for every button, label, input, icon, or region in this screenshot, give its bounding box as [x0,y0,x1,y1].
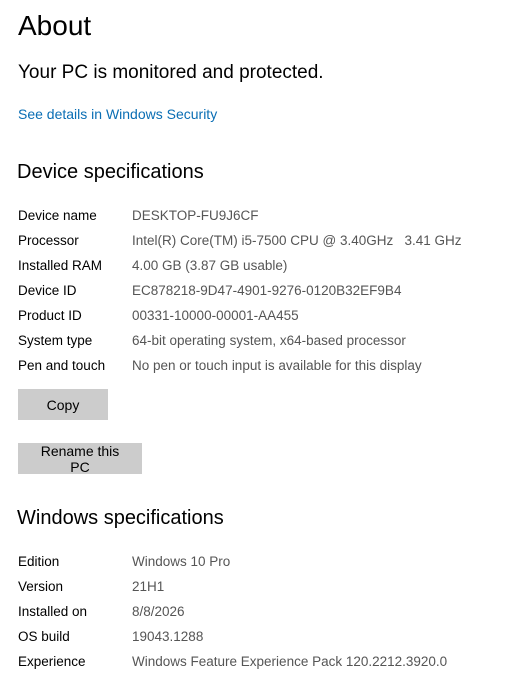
spec-value: Intel(R) Core(TM) i5-7500 CPU @ 3.40GHz … [132,233,462,248]
spec-label: System type [18,333,93,348]
spec-label: Experience [18,654,86,669]
spec-value: EC878218-9D47-4901-9276-0120B32EF9B4 [132,283,402,298]
windows-specs-table: Edition Windows 10 Pro Version 21H1 Inst… [18,549,518,674]
spec-value: 8/8/2026 [132,604,185,619]
spec-value: Windows 10 Pro [132,554,231,569]
page-title: About [18,10,92,41]
spec-row-version: Version 21H1 [18,574,518,599]
windows-security-link[interactable]: See details in Windows Security [18,104,217,124]
spec-value: 64-bit operating system, x64-based proce… [132,333,406,348]
spec-label: Product ID [18,308,82,323]
device-specs-heading: Device specifications [17,161,204,183]
spec-label: Installed on [18,604,88,619]
spec-label: Version [18,579,64,594]
spec-row-experience: Experience Windows Feature Experience Pa… [18,649,518,674]
spec-label: Edition [18,554,60,569]
spec-label: Installed RAM [18,258,103,273]
spec-label: OS build [18,629,70,644]
spec-row-pen-and-touch: Pen and touch No pen or touch input is a… [18,353,518,378]
spec-label: Device name [18,208,97,223]
spec-value: DESKTOP-FU9J6CF [132,208,259,223]
spec-value: 19043.1288 [132,629,204,644]
spec-row-processor: Processor Intel(R) Core(TM) i5-7500 CPU … [18,228,518,253]
spec-row-installed-on: Installed on 8/8/2026 [18,599,518,624]
spec-row-product-id: Product ID 00331-10000-00001-AA455 [18,303,518,328]
copy-button[interactable]: Copy [18,389,108,420]
spec-value: 21H1 [132,579,165,594]
device-specs-table: Device name DESKTOP-FU9J6CF Processor In… [18,203,518,378]
spec-row-device-name: Device name DESKTOP-FU9J6CF [18,203,518,228]
protection-status-heading: Your PC is monitored and protected. [18,62,324,83]
spec-label: Device ID [18,283,77,298]
spec-row-os-build: OS build 19043.1288 [18,624,518,649]
rename-pc-button[interactable]: Rename this PC [18,443,142,475]
spec-label: Pen and touch [18,358,106,373]
spec-label: Processor [18,233,79,248]
windows-specs-heading: Windows specifications [17,507,224,529]
spec-value: Windows Feature Experience Pack 120.2212… [132,654,448,669]
spec-value: 4.00 GB (3.87 GB usable) [132,258,288,273]
spec-value: No pen or touch input is available for t… [132,358,422,373]
spec-value: 00331-10000-00001-AA455 [132,308,299,323]
spec-row-installed-ram: Installed RAM 4.00 GB (3.87 GB usable) [18,253,518,278]
spec-row-system-type: System type 64-bit operating system, x64… [18,328,518,353]
spec-row-device-id: Device ID EC878218-9D47-4901-9276-0120B3… [18,278,518,303]
spec-row-edition: Edition Windows 10 Pro [18,549,518,574]
